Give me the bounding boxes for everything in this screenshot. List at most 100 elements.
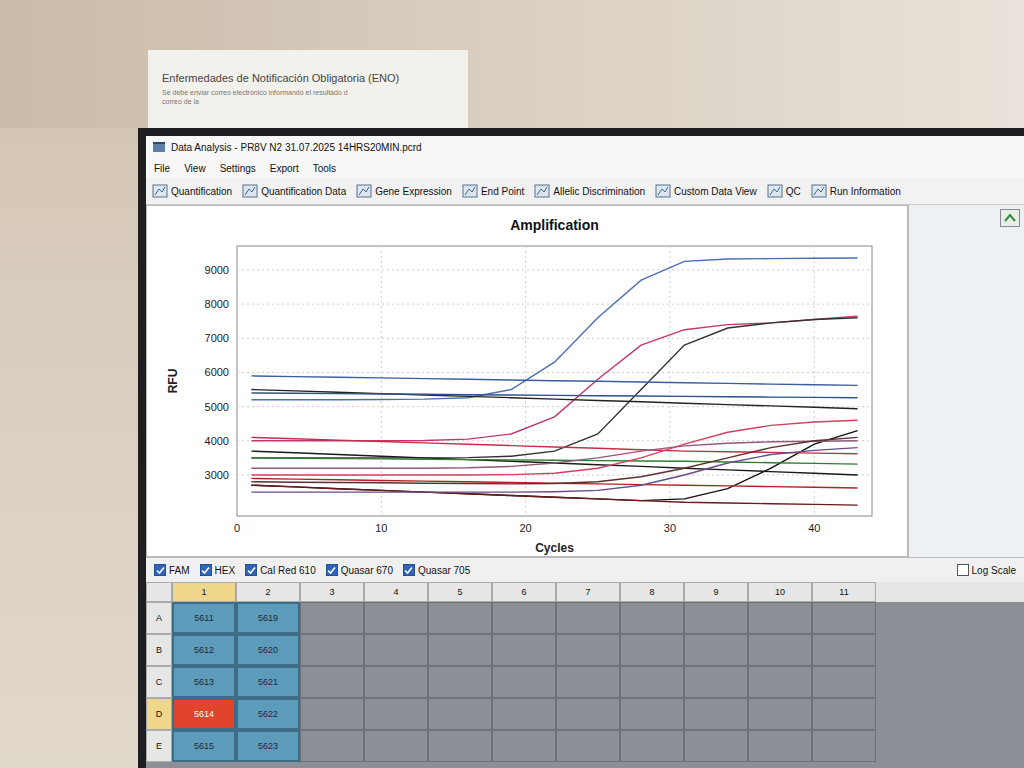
fluorophore-checkbox[interactable]: Quasar 705 xyxy=(403,564,470,576)
empty-well[interactable] xyxy=(812,634,876,666)
plate-well[interactable]: 5620 xyxy=(236,634,300,666)
amplification-curve[interactable] xyxy=(251,485,857,505)
amplification-curve[interactable] xyxy=(251,431,857,501)
empty-well[interactable] xyxy=(684,698,748,730)
row-header[interactable]: E xyxy=(146,730,172,762)
empty-well[interactable] xyxy=(748,666,812,698)
amplification-curve[interactable] xyxy=(251,376,857,386)
column-header[interactable]: 5 xyxy=(428,582,492,602)
empty-well[interactable] xyxy=(748,602,812,634)
empty-well[interactable] xyxy=(428,730,492,762)
column-header[interactable]: 7 xyxy=(556,582,620,602)
column-header[interactable]: 9 xyxy=(684,582,748,602)
amplification-curve[interactable] xyxy=(251,390,857,409)
empty-well[interactable] xyxy=(428,698,492,730)
empty-well[interactable] xyxy=(748,730,812,762)
empty-well[interactable] xyxy=(300,698,364,730)
plate-well[interactable]: 5621 xyxy=(236,666,300,698)
fluorophore-checkbox[interactable]: Cal Red 610 xyxy=(245,564,316,576)
empty-well[interactable] xyxy=(684,730,748,762)
column-header[interactable]: 8 xyxy=(620,582,684,602)
empty-well[interactable] xyxy=(300,730,364,762)
empty-well[interactable] xyxy=(364,666,428,698)
column-header[interactable]: 11 xyxy=(812,582,876,602)
row-header[interactable]: C xyxy=(146,666,172,698)
empty-well[interactable] xyxy=(812,730,876,762)
empty-well[interactable] xyxy=(300,602,364,634)
plate-well[interactable]: 5615 xyxy=(172,730,236,762)
menu-item[interactable]: Export xyxy=(270,161,299,176)
plate-well[interactable]: 5612 xyxy=(172,634,236,666)
log-scale-checkbox[interactable]: Log Scale xyxy=(957,564,1016,576)
empty-well[interactable] xyxy=(428,634,492,666)
empty-well[interactable] xyxy=(556,730,620,762)
plate-well[interactable]: 5623 xyxy=(236,730,300,762)
plate-well[interactable]: 5614 xyxy=(172,698,236,730)
toolbar-button[interactable]: Quantification Data xyxy=(242,183,346,199)
plate-well[interactable]: 5619 xyxy=(236,602,300,634)
empty-well[interactable] xyxy=(812,698,876,730)
empty-well[interactable] xyxy=(556,634,620,666)
amplification-curve[interactable] xyxy=(251,318,857,458)
empty-well[interactable] xyxy=(812,602,876,634)
empty-well[interactable] xyxy=(748,698,812,730)
empty-well[interactable] xyxy=(300,666,364,698)
toolbar-button[interactable]: Gene Expression xyxy=(356,183,452,199)
plate-well[interactable]: 5611 xyxy=(172,602,236,634)
amplification-curve[interactable] xyxy=(251,437,857,484)
empty-well[interactable] xyxy=(364,634,428,666)
empty-well[interactable] xyxy=(364,602,428,634)
empty-well[interactable] xyxy=(620,698,684,730)
toolbar-button[interactable]: Custom Data View xyxy=(655,183,757,199)
toolbar-button[interactable]: Quantification xyxy=(152,183,232,199)
fluorophore-checkbox[interactable]: FAM xyxy=(154,564,190,576)
empty-well[interactable] xyxy=(492,634,556,666)
empty-well[interactable] xyxy=(556,698,620,730)
amplification-curve[interactable] xyxy=(251,437,857,453)
empty-well[interactable] xyxy=(812,666,876,698)
menu-item[interactable]: View xyxy=(184,161,206,176)
empty-well[interactable] xyxy=(684,666,748,698)
fluorophore-checkbox[interactable]: Quasar 670 xyxy=(326,564,393,576)
column-header[interactable]: 3 xyxy=(300,582,364,602)
empty-well[interactable] xyxy=(556,666,620,698)
column-header[interactable]: 6 xyxy=(492,582,556,602)
empty-well[interactable] xyxy=(428,666,492,698)
amplification-curve[interactable] xyxy=(251,420,857,475)
amplification-curve[interactable] xyxy=(251,441,857,468)
empty-well[interactable] xyxy=(428,602,492,634)
empty-well[interactable] xyxy=(492,602,556,634)
empty-well[interactable] xyxy=(492,730,556,762)
empty-well[interactable] xyxy=(620,666,684,698)
toolbar-button[interactable]: Allelic Discrimination xyxy=(534,183,645,199)
amplification-curve[interactable] xyxy=(251,316,857,441)
empty-well[interactable] xyxy=(492,698,556,730)
plate-well[interactable]: 5622 xyxy=(236,698,300,730)
column-header[interactable]: 4 xyxy=(364,582,428,602)
empty-well[interactable] xyxy=(684,602,748,634)
fluorophore-checkbox[interactable]: HEX xyxy=(200,564,236,576)
empty-well[interactable] xyxy=(300,634,364,666)
row-header[interactable]: A xyxy=(146,602,172,634)
empty-well[interactable] xyxy=(620,634,684,666)
menu-item[interactable]: Settings xyxy=(220,161,256,176)
column-header[interactable]: 1 xyxy=(172,582,236,602)
row-header[interactable]: D xyxy=(146,698,172,730)
menu-item[interactable]: Tools xyxy=(313,161,336,176)
empty-well[interactable] xyxy=(620,730,684,762)
row-header[interactable]: B xyxy=(146,634,172,666)
empty-well[interactable] xyxy=(748,634,812,666)
toolbar-button[interactable]: QC xyxy=(767,183,801,199)
empty-well[interactable] xyxy=(492,666,556,698)
chart-options-button[interactable] xyxy=(1000,209,1020,227)
toolbar-button[interactable]: Run Information xyxy=(811,183,901,199)
menu-item[interactable]: File xyxy=(154,161,170,176)
empty-well[interactable] xyxy=(556,602,620,634)
plate-well[interactable]: 5613 xyxy=(172,666,236,698)
column-header[interactable]: 10 xyxy=(748,582,812,602)
toolbar-button[interactable]: End Point xyxy=(462,183,524,199)
column-header[interactable]: 2 xyxy=(236,582,300,602)
empty-well[interactable] xyxy=(364,698,428,730)
empty-well[interactable] xyxy=(684,634,748,666)
amplification-curve[interactable] xyxy=(251,448,857,493)
